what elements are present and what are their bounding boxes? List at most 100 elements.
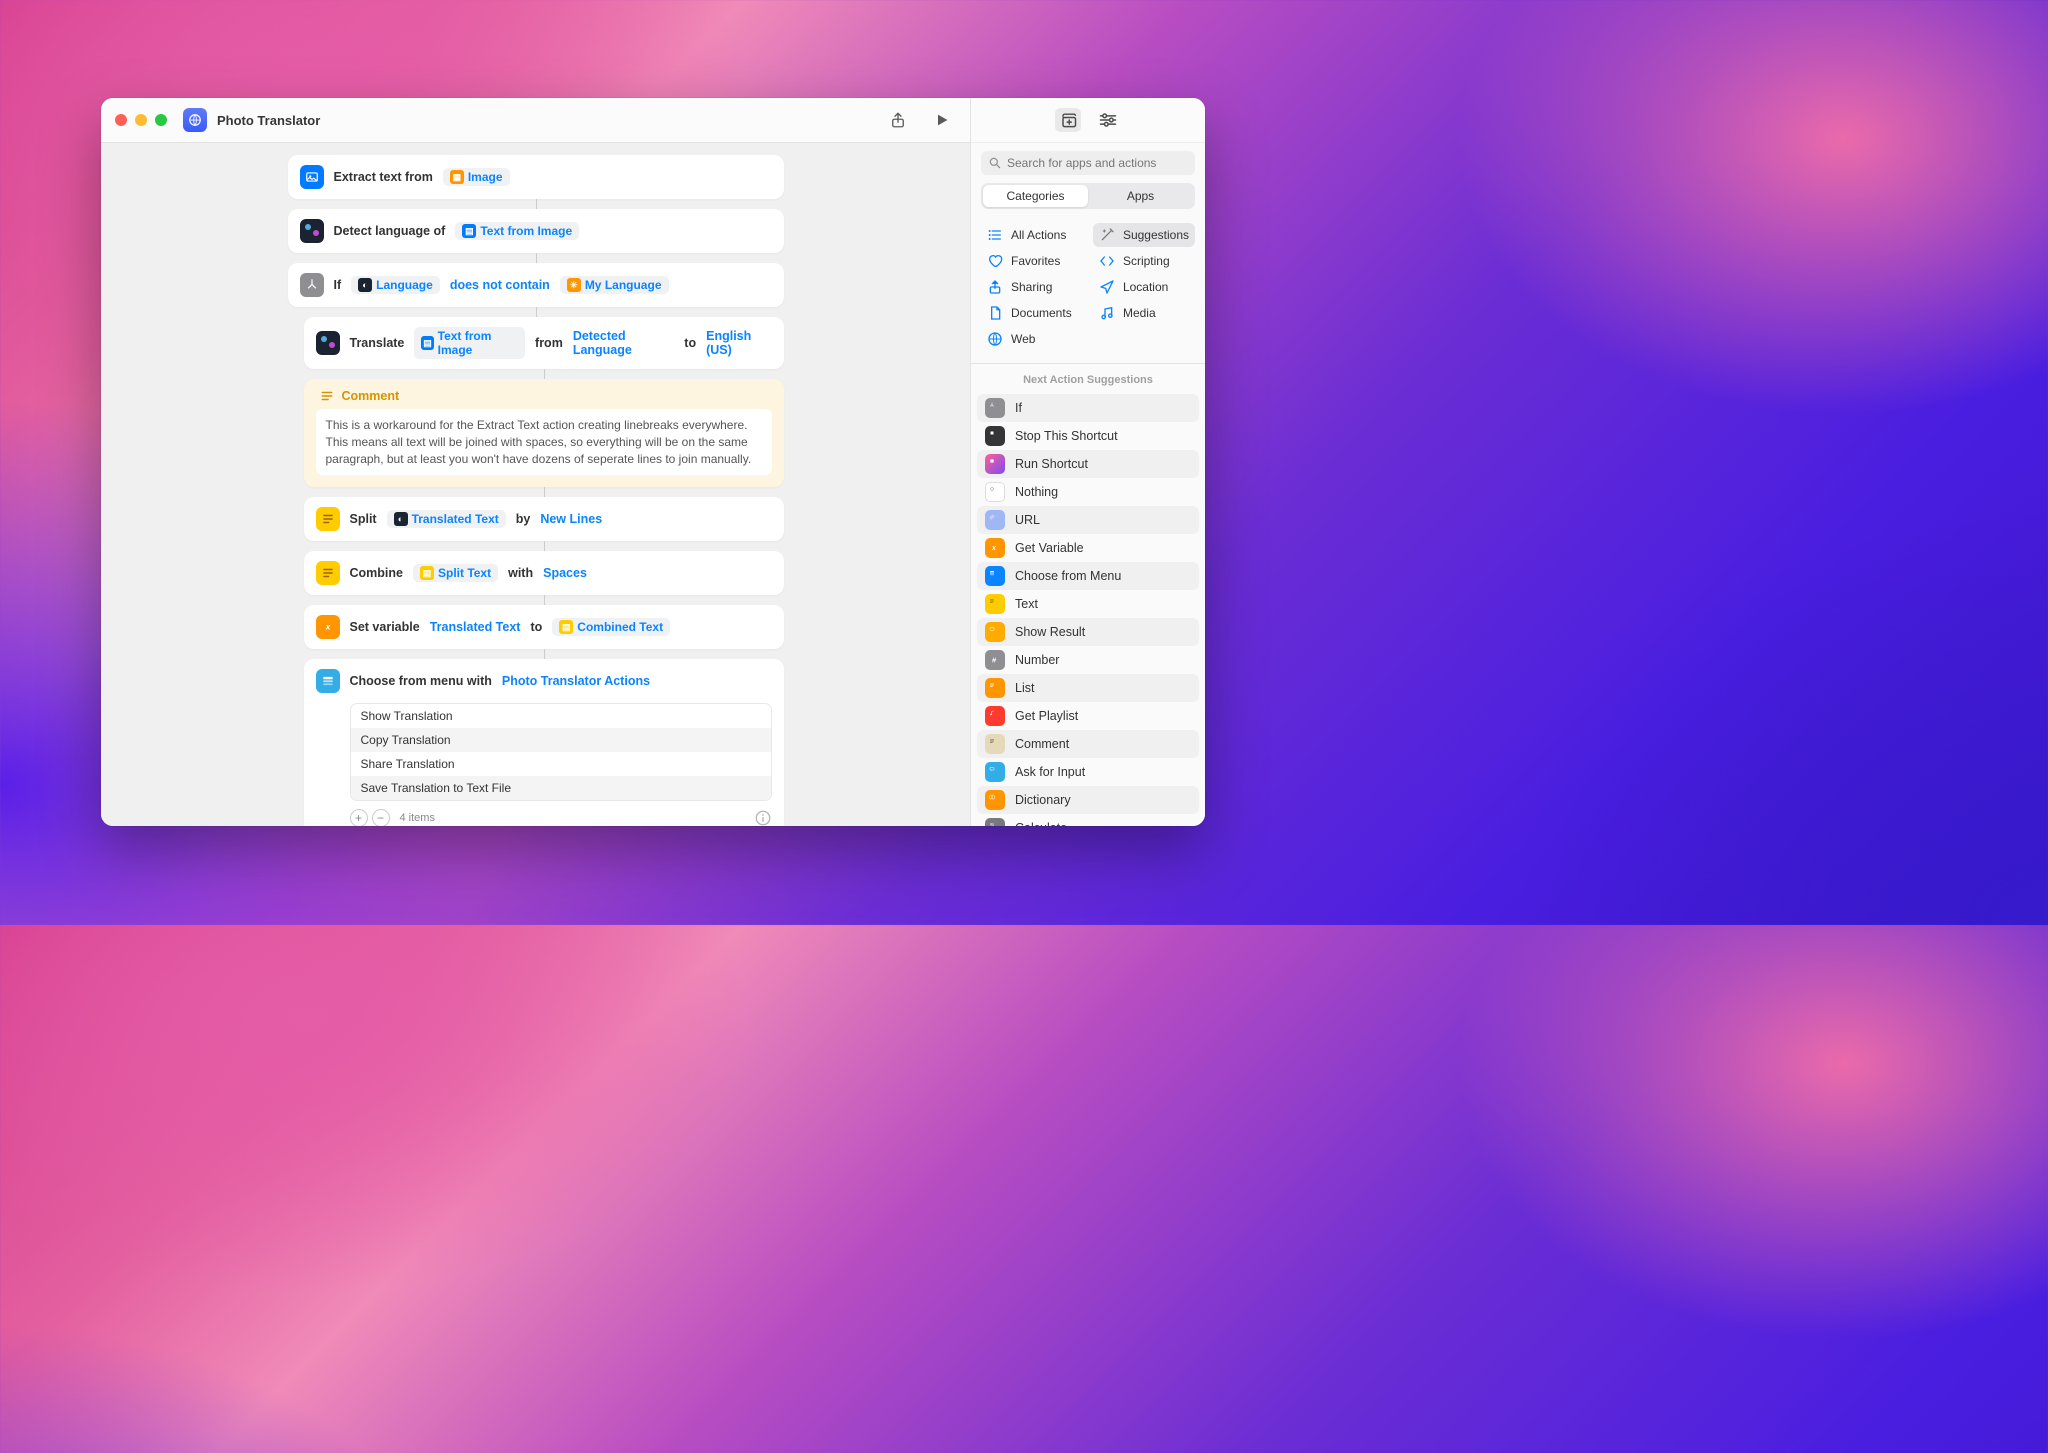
search-input[interactable] xyxy=(981,151,1195,175)
menu-header: Choose from menu with Photo Translator A… xyxy=(316,669,772,693)
result-icon xyxy=(985,622,1005,642)
lines-icon xyxy=(985,678,1005,698)
book-icon xyxy=(985,790,1005,810)
category-documents[interactable]: Documents xyxy=(981,301,1083,325)
action-extract-text[interactable]: Extract text from ▦Image xyxy=(288,155,784,199)
word-to: to xyxy=(530,620,542,634)
suggestion-text[interactable]: Text xyxy=(977,590,1199,618)
x-icon: x xyxy=(985,538,1005,558)
minimize-icon[interactable] xyxy=(135,114,147,126)
suggestion-comment[interactable]: Comment xyxy=(977,730,1199,758)
suggestion-list[interactable]: List xyxy=(977,674,1199,702)
action-label: Set variable xyxy=(350,620,420,634)
suggestion-dictionary[interactable]: Dictionary xyxy=(977,786,1199,814)
actions-column: Extract text from ▦Image Detect language… xyxy=(288,155,784,826)
token-text-from-image[interactable]: ▤Text from Image xyxy=(455,222,579,240)
suggestion-nothing[interactable]: Nothing xyxy=(977,478,1199,506)
suggestion-if[interactable]: If xyxy=(977,394,1199,422)
calc-icon xyxy=(985,818,1005,826)
token-my-language[interactable]: ✳My Language xyxy=(560,276,669,294)
category-sharing[interactable]: Sharing xyxy=(981,275,1083,299)
menu-title[interactable]: Photo Translator Actions xyxy=(502,674,650,688)
category-favorites[interactable]: Favorites xyxy=(981,249,1083,273)
action-translate[interactable]: Translate ▤Text from Image from Detected… xyxy=(304,317,784,369)
token-language[interactable]: ◐Language xyxy=(351,276,440,294)
category-media[interactable]: Media xyxy=(1093,301,1195,325)
settings-button[interactable] xyxy=(1095,108,1121,132)
info-icon[interactable] xyxy=(754,809,772,826)
branch-icon xyxy=(985,398,1005,418)
actions-canvas[interactable]: Extract text from ▦Image Detect language… xyxy=(101,143,970,826)
split-by[interactable]: New Lines xyxy=(540,512,602,526)
suggestion-choose-from-menu[interactable]: Choose from Menu xyxy=(977,562,1199,590)
image-token-icon: ▦ xyxy=(450,170,464,184)
suggestion-get-variable[interactable]: xGet Variable xyxy=(977,534,1199,562)
menu-item[interactable]: Copy Translation xyxy=(351,728,771,752)
close-icon[interactable] xyxy=(115,114,127,126)
run-button[interactable] xyxy=(928,106,956,134)
category-web[interactable]: Web xyxy=(981,327,1083,351)
combine-with[interactable]: Spaces xyxy=(543,566,587,580)
category-location[interactable]: Location xyxy=(1093,275,1195,299)
library-button[interactable] xyxy=(1055,108,1081,132)
suggestion-run-shortcut[interactable]: Run Shortcut xyxy=(977,450,1199,478)
add-item-button[interactable]: + xyxy=(350,809,368,826)
token-text-from-image[interactable]: ▤Text from Image xyxy=(414,327,525,359)
tab-categories[interactable]: Categories xyxy=(983,185,1088,207)
tab-apps[interactable]: Apps xyxy=(1088,185,1193,207)
suggestion-stop-this-shortcut[interactable]: Stop This Shortcut xyxy=(977,422,1199,450)
category-suggestions[interactable]: Suggestions xyxy=(1093,223,1195,247)
remove-item-button[interactable]: − xyxy=(372,809,390,826)
comb-token-icon: ▤ xyxy=(559,620,573,634)
action-combine[interactable]: Combine ▤Split Text with Spaces xyxy=(304,551,784,595)
list-icon xyxy=(987,227,1003,243)
text-token-icon: ▤ xyxy=(421,336,433,350)
action-if[interactable]: If ◐Language does not contain ✳My Langua… xyxy=(288,263,784,307)
token-split-text[interactable]: ▤Split Text xyxy=(413,564,498,582)
lang-token-icon: ◐ xyxy=(358,278,372,292)
suggestion-get-playlist[interactable]: Get Playlist xyxy=(977,702,1199,730)
menu-footer: + − 4 items xyxy=(350,809,772,826)
if-body: Translate ▤Text from Image from Detected… xyxy=(304,317,784,826)
suggestion-number[interactable]: #Number xyxy=(977,646,1199,674)
window-title: Photo Translator xyxy=(217,113,320,128)
doc-icon xyxy=(987,305,1003,321)
token-translated-text[interactable]: ◐Translated Text xyxy=(387,510,506,528)
variable-icon: x xyxy=(316,615,340,639)
zoom-icon[interactable] xyxy=(155,114,167,126)
condition-operator[interactable]: does not contain xyxy=(450,278,550,292)
word-to: to xyxy=(684,336,696,350)
action-comment[interactable]: Comment This is a workaround for the Ext… xyxy=(304,379,784,487)
svg-text:x: x xyxy=(991,545,997,552)
menu-item[interactable]: Show Translation xyxy=(351,704,771,728)
segmented-control[interactable]: Categories Apps xyxy=(981,183,1195,209)
heart-icon xyxy=(987,253,1003,269)
action-label: Translate xyxy=(350,336,405,350)
comment-header: Comment xyxy=(316,389,772,403)
token-image[interactable]: ▦Image xyxy=(443,168,510,186)
comment-text[interactable]: This is a workaround for the Extract Tex… xyxy=(316,409,772,475)
action-set-variable[interactable]: x Set variable Translated Text to ▤Combi… xyxy=(304,605,784,649)
action-label: If xyxy=(334,278,342,292)
action-label: Combine xyxy=(350,566,403,580)
menu-item[interactable]: Save Translation to Text File xyxy=(351,776,771,800)
menu-item[interactable]: Share Translation xyxy=(351,752,771,776)
variable-name[interactable]: Translated Text xyxy=(430,620,521,634)
word-with: with xyxy=(508,566,533,580)
suggestion-url[interactable]: URL xyxy=(977,506,1199,534)
suggestions-list: IfStop This ShortcutRun ShortcutNothingU… xyxy=(971,394,1205,826)
action-choose-menu[interactable]: Choose from menu with Photo Translator A… xyxy=(304,659,784,826)
suggestion-ask-for-input[interactable]: Ask for Input xyxy=(977,758,1199,786)
to-language[interactable]: English (US) xyxy=(706,329,771,357)
suggestion-calculate[interactable]: Calculate xyxy=(977,814,1199,826)
suggestion-show-result[interactable]: Show Result xyxy=(977,618,1199,646)
category-scripting[interactable]: Scripting xyxy=(1093,249,1195,273)
text-token-icon: ▤ xyxy=(462,224,476,238)
token-combined-text[interactable]: ▤Combined Text xyxy=(552,618,670,636)
from-language[interactable]: Detected Language xyxy=(573,329,674,357)
action-detect-language[interactable]: Detect language of ▤Text from Image xyxy=(288,209,784,253)
share-button[interactable] xyxy=(884,106,912,134)
action-split[interactable]: Split ◐Translated Text by New Lines xyxy=(304,497,784,541)
shortcuts-window: Photo Translator Extract text from ▦Imag… xyxy=(101,98,1205,826)
category-all-actions[interactable]: All Actions xyxy=(981,223,1083,247)
